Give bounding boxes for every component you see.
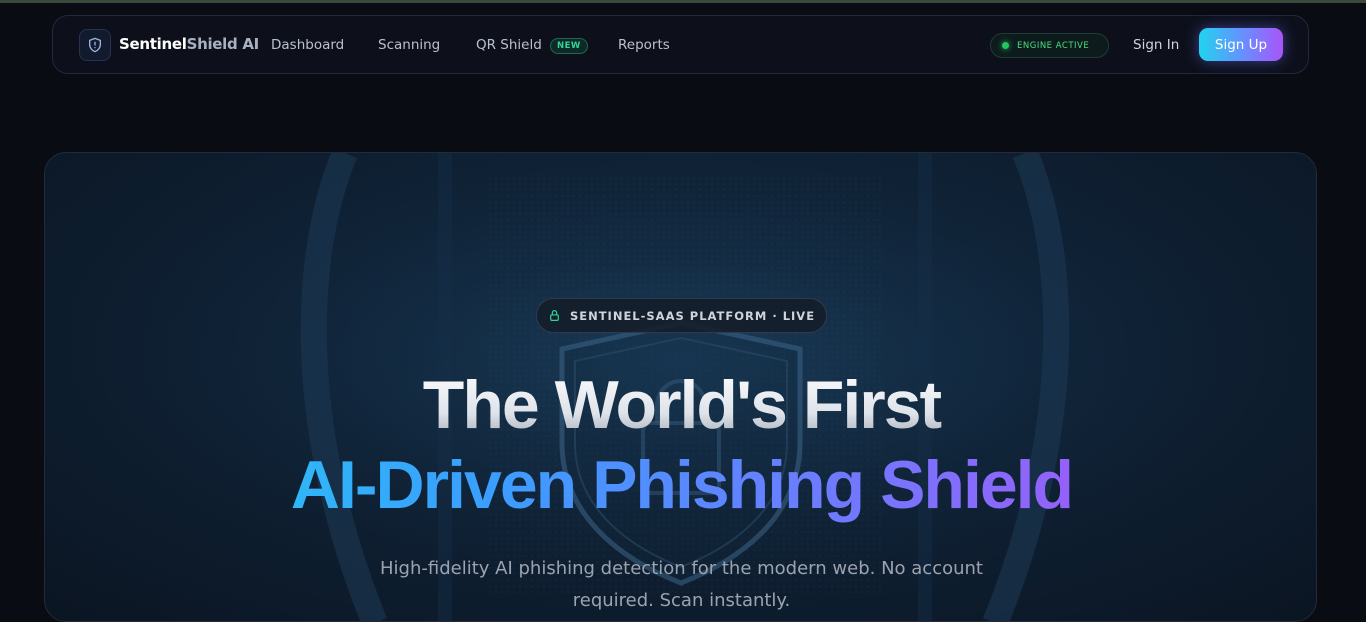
nav-link-reports[interactable]: Reports: [618, 37, 670, 53]
hero-headline-line2: AI-Driven Phishing Shield: [45, 445, 1316, 525]
status-dot-icon: [1002, 42, 1009, 49]
brand-name[interactable]: SentinelShield AI: [119, 35, 259, 53]
hero-subtext: High-fidelity AI phishing detection for …: [380, 558, 983, 611]
sign-up-button[interactable]: Sign Up: [1199, 28, 1283, 61]
engine-status-badge: ENGINE ACTIVE: [990, 33, 1109, 58]
engine-status-label: ENGINE ACTIVE: [1017, 40, 1090, 51]
lock-icon: [550, 310, 559, 321]
nav-link-dashboard[interactable]: Dashboard: [271, 37, 344, 53]
top-navbar: SentinelShield AI Dashboard Scanning QR …: [52, 15, 1309, 74]
brand-name-secondary: Shield AI: [186, 35, 260, 53]
sign-in-link[interactable]: Sign In: [1133, 37, 1179, 53]
nav-link-scanning[interactable]: Scanning: [378, 37, 440, 53]
logo-badge[interactable]: [79, 29, 111, 61]
hero-headline-line1: The World's First: [45, 365, 1316, 445]
brand-name-primary: Sentinel: [119, 35, 187, 53]
nav-link-qr-shield[interactable]: QR Shield: [476, 37, 542, 53]
platform-status-pill: SENTINEL-SAAS PLATFORM · LIVE: [536, 298, 827, 333]
platform-status-text: SENTINEL-SAAS PLATFORM · LIVE: [569, 308, 816, 323]
hero-section: SENTINEL-SAAS PLATFORM · LIVE The World'…: [44, 152, 1317, 622]
shield-icon: [89, 37, 101, 53]
window-top-border: [0, 0, 1366, 3]
new-badge: NEW: [550, 38, 588, 54]
